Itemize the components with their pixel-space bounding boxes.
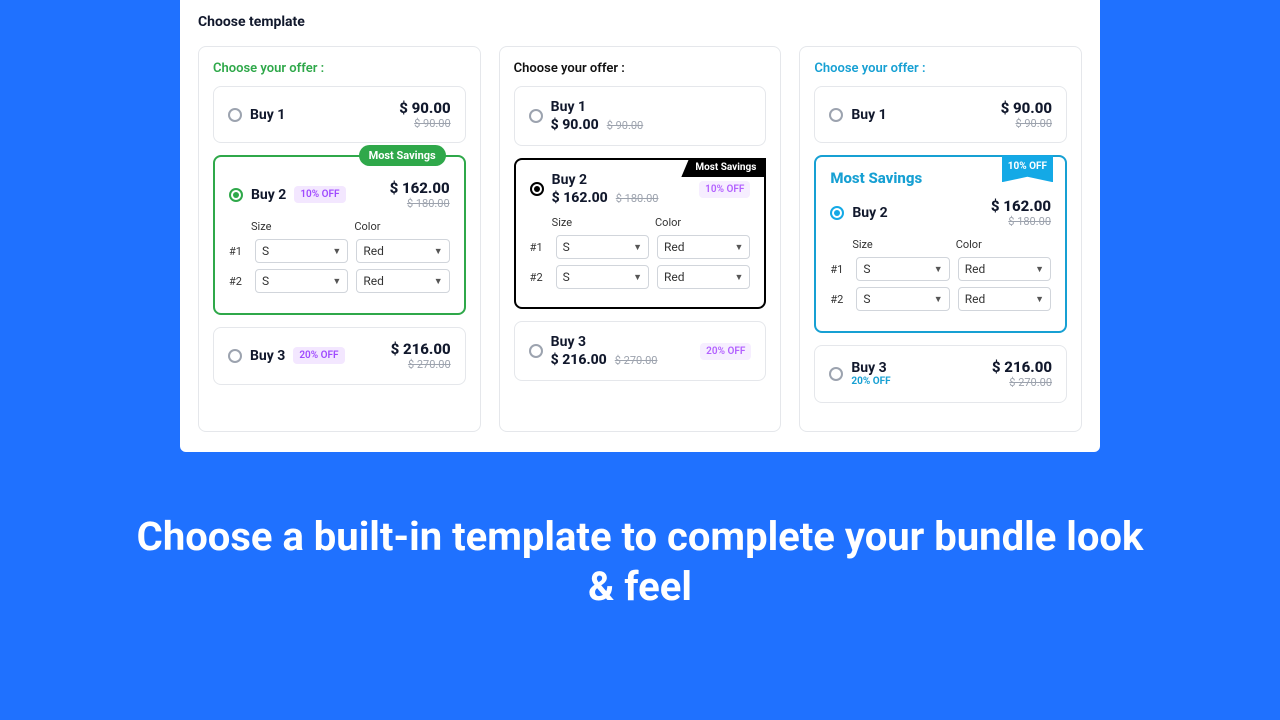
radio-icon[interactable] (829, 367, 843, 381)
price-col: $ 216.00 $ 270.00 (391, 340, 451, 371)
offer-title: Buy 3 (551, 334, 586, 350)
color-header: Color (956, 238, 1051, 251)
row-index: #1 (830, 263, 848, 276)
variant-area: Size Color #1 S▼ Red▼ #2 S▼ Red▼ (830, 238, 1051, 311)
size-header: Size (852, 238, 947, 251)
chevron-down-icon: ▼ (934, 294, 943, 305)
card-header: Choose your offer : (213, 61, 466, 76)
row-index: #1 (530, 241, 548, 254)
offer-title: Buy 3 (851, 360, 890, 376)
variant-area: Size Color #1 S▼ Red▼ #2 S▼ Red▼ (530, 216, 751, 289)
row-index: #2 (830, 293, 848, 306)
chevron-down-icon: ▼ (734, 242, 743, 253)
offer-title: Buy 2 (852, 205, 887, 221)
offer-buy1[interactable]: Buy 1 $ 90.00 $ 90.00 (213, 86, 466, 143)
color-header: Color (354, 220, 449, 233)
chevron-down-icon: ▼ (434, 246, 443, 257)
compare-price: $ 90.00 (607, 119, 644, 132)
templates-row: Choose your offer : Buy 1 $ 90.00 $ 90.0… (198, 46, 1082, 432)
chevron-down-icon: ▼ (434, 276, 443, 287)
radio-icon[interactable] (228, 108, 242, 122)
hero-caption: Choose a built-in template to complete y… (0, 512, 1280, 612)
row-index: #1 (229, 245, 247, 258)
most-savings-badge: Most Savings (681, 158, 766, 177)
size-select[interactable]: S▼ (255, 239, 348, 263)
row-index: #2 (229, 275, 247, 288)
color-select[interactable]: Red▼ (958, 287, 1051, 311)
offer-title: Buy 2 (251, 187, 286, 203)
card-header: Choose your offer : (814, 61, 1067, 76)
discount-badge: 20% OFF (700, 343, 751, 360)
template-card-black[interactable]: Choose your offer : Buy 1 $ 90.00 $ 90.0… (499, 46, 782, 432)
chevron-down-icon: ▼ (332, 246, 341, 257)
discount-badge: 10% OFF (699, 181, 750, 198)
price: $ 216.00 (551, 352, 607, 368)
template-panel: Choose template Choose your offer : Buy … (180, 0, 1100, 452)
price-col: $ 162.00 $ 180.00 (991, 197, 1051, 228)
chevron-down-icon: ▼ (633, 272, 642, 283)
radio-icon[interactable] (830, 206, 844, 220)
color-select[interactable]: Red▼ (657, 235, 750, 259)
offer-buy2-selected[interactable]: Most Savings Buy 2 $ 162.00 $ 180.00 10%… (514, 158, 767, 309)
size-select[interactable]: S▼ (556, 235, 649, 259)
offer-title: Buy 2 (552, 172, 587, 188)
chevron-down-icon: ▼ (934, 264, 943, 275)
radio-icon[interactable] (229, 188, 243, 202)
radio-icon[interactable] (530, 182, 544, 196)
size-header: Size (251, 220, 346, 233)
template-card-green[interactable]: Choose your offer : Buy 1 $ 90.00 $ 90.0… (198, 46, 481, 432)
offer-buy1[interactable]: Buy 1 $ 90.00 $ 90.00 (814, 86, 1067, 143)
template-card-blue[interactable]: Choose your offer : Buy 1 $ 90.00 $ 90.0… (799, 46, 1082, 432)
most-savings-badge: Most Savings (359, 145, 446, 166)
offer-buy2-selected[interactable]: Most Savings Buy 2 10% OFF $ 162.00 $ 18… (213, 155, 466, 315)
chevron-down-icon: ▼ (1035, 264, 1044, 275)
panel-title: Choose template (198, 14, 1082, 30)
size-select[interactable]: S▼ (255, 269, 348, 293)
price-col: $ 90.00 $ 90.00 (399, 99, 450, 130)
variant-area: Size Color #1 S▼ Red▼ #2 S▼ Red▼ (229, 220, 450, 293)
offer-buy2-selected[interactable]: 10% OFF Most Savings Buy 2 $ 162.00 $ 18… (814, 155, 1067, 333)
compare-price: $ 270.00 (615, 354, 658, 367)
radio-icon[interactable] (529, 109, 543, 123)
price: $ 162.00 (552, 190, 608, 206)
offer-buy1[interactable]: Buy 1 $ 90.00 $ 90.00 (514, 86, 767, 146)
offer-buy3[interactable]: Buy 3 $ 216.00 $ 270.00 20% OFF (514, 321, 767, 381)
price-col: $ 90.00 $ 90.00 (1001, 99, 1052, 130)
offer-buy3[interactable]: Buy 3 20% OFF $ 216.00 $ 270.00 (213, 327, 466, 384)
chevron-down-icon: ▼ (734, 272, 743, 283)
offer-title: Buy 1 (551, 99, 586, 115)
price-col: $ 216.00 $ 270.00 (992, 358, 1052, 389)
color-select[interactable]: Red▼ (657, 265, 750, 289)
radio-icon[interactable] (829, 108, 843, 122)
price-col: $ 162.00 $ 180.00 (390, 179, 450, 210)
size-select[interactable]: S▼ (856, 257, 949, 281)
size-select[interactable]: S▼ (556, 265, 649, 289)
card-header: Choose your offer : (514, 61, 767, 76)
radio-icon[interactable] (529, 344, 543, 358)
color-select[interactable]: Red▼ (356, 269, 449, 293)
offer-title: Buy 1 (851, 107, 886, 123)
color-select[interactable]: Red▼ (356, 239, 449, 263)
offer-title: Buy 1 (250, 107, 285, 123)
offer-title: Buy 3 (250, 348, 285, 364)
chevron-down-icon: ▼ (633, 242, 642, 253)
offer-buy3[interactable]: Buy 3 20% OFF $ 216.00 $ 270.00 (814, 345, 1067, 402)
discount-badge: 20% OFF (293, 347, 344, 364)
chevron-down-icon: ▼ (332, 276, 341, 287)
discount-badge: 20% OFF (851, 376, 890, 387)
radio-icon[interactable] (228, 349, 242, 363)
chevron-down-icon: ▼ (1035, 294, 1044, 305)
size-header: Size (552, 216, 647, 229)
color-select[interactable]: Red▼ (958, 257, 1051, 281)
size-select[interactable]: S▼ (856, 287, 949, 311)
price: $ 90.00 (551, 117, 599, 133)
color-header: Color (655, 216, 750, 229)
compare-price: $ 180.00 (616, 192, 659, 205)
row-index: #2 (530, 271, 548, 284)
discount-badge: 10% OFF (294, 186, 345, 203)
